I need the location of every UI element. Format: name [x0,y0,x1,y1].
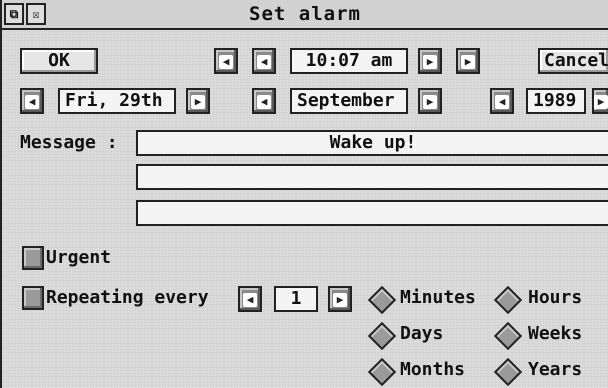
time-increment-small[interactable]: ▶ [418,48,442,74]
month-increment-button[interactable]: ▶ [418,88,442,114]
months-radio[interactable] [367,357,397,387]
message-line-2[interactable] [136,164,608,190]
days-label: Days [400,323,444,344]
year-decrement-button[interactable]: ◀ [490,88,514,114]
right-arrow-icon: ▶ [461,55,475,69]
right-arrow-icon: ▶ [423,55,437,69]
year-increment-button[interactable]: ▶ [592,88,608,114]
left-arrow-icon: ◀ [257,55,271,69]
year-field[interactable]: 1989 [526,88,586,114]
minutes-radio[interactable] [367,285,397,315]
hours-label: Hours [528,287,583,308]
right-arrow-icon: ▶ [333,293,347,307]
left-arrow-icon: ◀ [25,95,39,109]
days-radio[interactable] [367,321,397,351]
window-title: Set alarm [249,3,361,25]
month-field[interactable]: September [290,88,408,114]
right-arrow-icon: ▶ [423,95,437,109]
time-increment-large[interactable]: ▶ [456,48,480,74]
cancel-button[interactable]: Cancel [538,48,608,74]
title-bar: ⧉ ☒ Set alarm [2,0,608,30]
repeating-checkbox[interactable] [22,286,44,310]
repeat-increment-button[interactable]: ▶ [328,286,352,312]
minutes-label: Minutes [400,287,476,308]
ok-button[interactable]: OK [20,48,98,74]
repeat-decrement-button[interactable]: ◀ [238,286,262,312]
years-label: Years [528,359,583,380]
left-arrow-icon: ◀ [257,95,271,109]
month-decrement-button[interactable]: ◀ [252,88,276,114]
message-line-1[interactable]: Wake up! [136,130,608,156]
time-decrement-small[interactable]: ◀ [252,48,276,74]
left-arrow-icon: ◀ [219,55,233,69]
day-decrement-button[interactable]: ◀ [20,88,44,114]
repeating-label: Repeating every [46,287,209,308]
day-increment-button[interactable]: ▶ [186,88,210,114]
repeat-count-field[interactable]: 1 [274,286,318,312]
months-label: Months [400,359,466,380]
set-alarm-window: ⧉ ☒ Set alarm OK ◀ ◀ 10:07 am ▶ ▶ Cancel… [0,0,608,388]
day-field[interactable]: Fri, 29th [58,88,176,114]
urgent-label: Urgent [46,247,112,268]
time-decrement-large[interactable]: ◀ [214,48,238,74]
left-arrow-icon: ◀ [243,293,257,307]
weeks-label: Weeks [528,323,583,344]
right-arrow-icon: ▶ [594,95,608,109]
left-arrow-icon: ◀ [495,95,509,109]
urgent-checkbox[interactable] [22,246,44,270]
years-radio[interactable] [493,357,523,387]
weeks-radio[interactable] [493,321,523,351]
message-line-3[interactable] [136,200,608,226]
hours-radio[interactable] [493,285,523,315]
time-field[interactable]: 10:07 am [290,48,408,74]
message-label: Message : [20,132,118,153]
right-arrow-icon: ▶ [191,95,205,109]
